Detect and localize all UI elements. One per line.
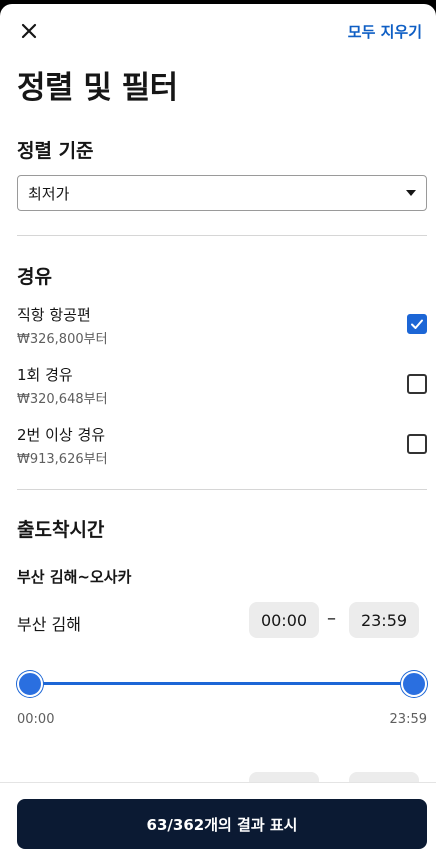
times-section-title: 출도착시간 — [17, 519, 105, 541]
filter-sheet: 모두 지우기 정렬 및 필터 정렬 기준 최저가 경유 직항 항공편 ₩326,… — [0, 4, 436, 850]
page-title: 정렬 및 필터 — [17, 70, 178, 106]
stop-option-label: 1회 경유 — [17, 366, 73, 384]
divider — [17, 235, 427, 236]
two-plus-stops-checkbox[interactable] — [407, 434, 427, 454]
footer: 63/362개의 결과 표시 — [0, 782, 436, 850]
departure-time-row: 부산 김해 00:00 – 23:59 — [17, 602, 427, 638]
top-bar: 모두 지우기 — [0, 4, 436, 58]
caret-down-icon — [406, 190, 416, 196]
direct-checkbox[interactable] — [407, 314, 427, 334]
stop-option-label: 직항 항공편 — [17, 306, 91, 324]
slider-thumb-start[interactable] — [17, 671, 43, 697]
slider-max-label: 23:59 — [389, 712, 427, 727]
stop-option-one-stop[interactable]: 1회 경유 ₩320,648부터 — [17, 364, 427, 410]
slider-track — [30, 682, 414, 685]
stop-option-two-plus-stops[interactable]: 2번 이상 경유 ₩913,626부터 — [17, 424, 427, 470]
departure-from-time[interactable]: 00:00 — [249, 602, 319, 638]
stop-option-label: 2번 이상 경유 — [17, 426, 106, 444]
slider-thumb-end[interactable] — [401, 671, 427, 697]
departure-to-time[interactable]: 23:59 — [349, 602, 419, 638]
sort-select[interactable]: 최저가 — [17, 175, 427, 211]
stop-option-price: ₩320,648부터 — [17, 392, 108, 407]
departure-time-slider[interactable] — [17, 670, 427, 698]
close-button[interactable] — [14, 16, 44, 46]
checkmark-icon — [411, 319, 423, 329]
time-separator: – — [327, 608, 336, 629]
clear-all-button[interactable]: 모두 지우기 — [348, 21, 422, 42]
stop-option-price: ₩913,626부터 — [17, 452, 108, 467]
route-title: 부산 김해~오사카 — [17, 568, 132, 586]
slider-min-label: 00:00 — [17, 712, 55, 727]
sort-selected-value: 최저가 — [28, 184, 70, 203]
stop-option-price: ₩326,800부터 — [17, 332, 108, 347]
divider — [17, 489, 427, 490]
show-results-button[interactable]: 63/362개의 결과 표시 — [17, 799, 427, 849]
stops-section-title: 경유 — [17, 266, 52, 288]
close-icon — [21, 23, 37, 39]
sort-section-title: 정렬 기준 — [17, 140, 94, 162]
one-stop-checkbox[interactable] — [407, 374, 427, 394]
stop-option-direct[interactable]: 직항 항공편 ₩326,800부터 — [17, 304, 427, 350]
departure-airport-label: 부산 김해 — [17, 615, 81, 634]
